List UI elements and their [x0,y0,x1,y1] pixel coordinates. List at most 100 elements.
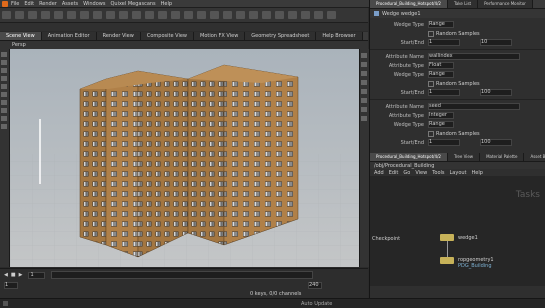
start-frame-field[interactable]: 1 [4,282,18,289]
switcher-icon[interactable] [314,11,323,19]
caustic-light-icon[interactable] [262,11,271,19]
draw-curve-icon[interactable] [119,11,128,19]
stereo-camera-icon[interactable] [288,11,297,19]
menu-render[interactable]: Render [39,1,57,7]
tube-icon[interactable] [28,11,37,19]
tab-take-list[interactable]: Take List [447,0,479,8]
shading-icon[interactable] [361,62,367,67]
box-icon[interactable] [2,11,11,19]
view-tool-icon[interactable] [1,100,7,105]
rotate-tool-icon[interactable] [1,68,7,73]
net-menu-view[interactable]: View [415,170,427,176]
spot-light-icon[interactable] [184,11,193,19]
attribute-name-field[interactable]: wallindex [428,53,520,60]
end-field[interactable]: 100 [480,139,512,146]
random-samples-checkbox[interactable] [428,30,434,37]
grid-icon[interactable] [54,11,63,19]
menu-assets[interactable]: Assets [62,1,78,7]
measure-tool-icon[interactable] [1,124,7,129]
start-field[interactable]: 1 [428,139,460,146]
lights-icon[interactable] [361,98,367,103]
gi-light-icon[interactable] [249,11,258,19]
pose-tool-icon[interactable] [1,92,7,97]
tab-help-browser[interactable]: Help Browser [316,32,363,40]
end-field[interactable]: 10 [480,39,512,46]
attribute-type-select[interactable]: Integer [428,112,454,119]
tab-tree-view[interactable]: Tree View [447,153,481,161]
torus-icon[interactable] [41,11,50,19]
start-field[interactable]: 1 [428,39,460,46]
points-icon[interactable] [361,80,367,85]
houdini-logo-icon[interactable] [2,0,8,7]
wedge-type-select[interactable]: Range [428,21,454,28]
menu-quixel[interactable]: Quixel Megascans [110,1,155,7]
env-light-icon[interactable] [210,11,219,19]
net-menu-help[interactable]: Help [472,170,483,176]
area-light-icon[interactable] [197,11,206,19]
tab-scene-view[interactable]: Scene View [0,32,42,40]
tab-motion-fx-view[interactable]: Motion FX View [194,32,246,40]
select-tool-icon[interactable] [1,52,7,57]
tab-material-palette[interactable]: Material Palette [480,153,525,161]
curve-icon[interactable] [106,11,115,19]
wedge-type-select[interactable]: Range [428,71,454,78]
scale-tool-icon[interactable] [1,76,7,81]
null-icon[interactable] [67,11,76,19]
net-menu-tools[interactable]: Tools [432,170,444,176]
normals-icon[interactable] [361,89,367,94]
font-icon[interactable] [145,11,154,19]
tab-animation-editor[interactable]: Animation Editor [41,32,97,40]
display-options-icon[interactable] [361,53,367,58]
stop-icon[interactable]: ■ [11,272,16,278]
gamepad-icon[interactable] [327,11,336,19]
ambient-light-icon[interactable] [275,11,284,19]
wedge-node[interactable] [440,234,454,241]
net-menu-add[interactable]: Add [374,170,384,176]
brush-tool-icon[interactable] [1,116,7,121]
frame-field[interactable]: 1 [28,271,46,279]
scene-viewport[interactable] [10,49,359,267]
start-field[interactable]: 1 [428,89,460,96]
timeline-track[interactable] [51,271,314,279]
menu-help[interactable]: Help [161,1,172,7]
random-samples-checkbox[interactable] [428,80,434,87]
camera-icon[interactable] [158,11,167,19]
vr-camera-icon[interactable] [301,11,310,19]
end-frame-field[interactable]: 240 [308,282,322,289]
snap-tool-icon[interactable] [1,108,7,113]
network-path[interactable]: /obj/Procedural_Building [374,163,434,169]
wireframe-icon[interactable] [361,71,367,76]
handle-tool-icon[interactable] [1,84,7,89]
tab-network[interactable]: Procedural_Building_Hotspot/4/2 [370,153,448,161]
menu-file[interactable]: File [11,1,19,7]
net-menu-edit[interactable]: Edit [389,170,399,176]
viewport-view-label[interactable]: Persp [12,42,26,48]
circle-icon[interactable] [93,11,102,19]
tab-asset-browser[interactable]: Asset Browser [524,153,545,161]
net-menu-go[interactable]: Go [403,170,410,176]
tab-performance-monitor[interactable]: Performance Monitor [478,0,533,8]
play-back-icon[interactable]: ◀ [4,272,8,278]
net-menu-layout[interactable]: Layout [450,170,467,176]
sky-light-icon[interactable] [223,11,232,19]
tab-parameters[interactable]: Procedural_Building_Hotspot/4/2 [370,0,448,8]
play-icon[interactable]: ▶ [19,272,23,278]
auto-update-status[interactable]: Auto Update [301,301,332,307]
tab-render-view[interactable]: Render View [96,32,141,40]
menu-windows[interactable]: Windows [83,1,105,7]
tab-composite-view[interactable]: Composite View [140,32,194,40]
menu-edit[interactable]: Edit [24,1,34,7]
random-samples-checkbox[interactable] [428,130,434,137]
ghost-icon[interactable] [361,107,367,112]
spray-icon[interactable] [132,11,141,19]
line-icon[interactable] [80,11,89,19]
network-editor[interactable]: Tasks Checkpoint wedge1 ropgeometry1 PDG… [370,176,545,286]
sphere-icon[interactable] [15,11,24,19]
attribute-name-field[interactable]: seed [428,103,520,110]
template-icon[interactable] [361,116,367,121]
wedge-type-select[interactable]: Range [428,121,454,128]
end-field[interactable]: 100 [480,89,512,96]
move-tool-icon[interactable] [1,60,7,65]
tab-geometry-spreadsheet[interactable]: Geometry Spreadsheet [245,32,317,40]
rop-geometry-node[interactable] [440,257,454,264]
